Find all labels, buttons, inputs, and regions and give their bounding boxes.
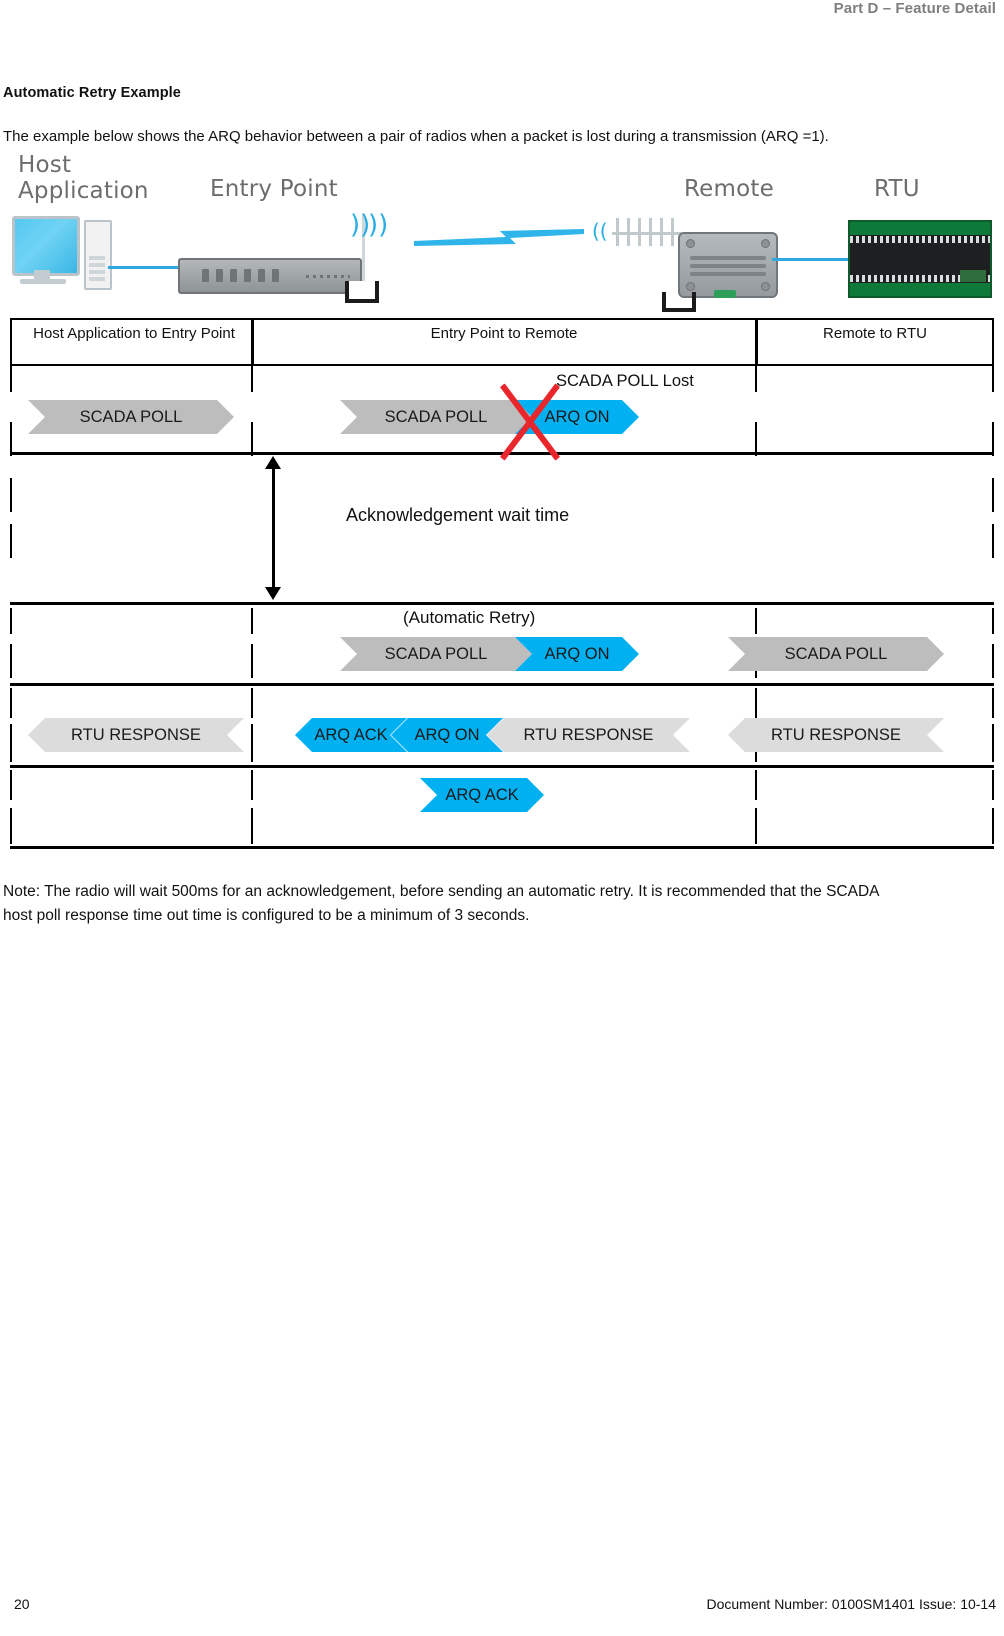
network-illustration: Host Application Entry Point Remote RTU … [0, 148, 1004, 316]
annotation-acknowledgement-wait-time: Acknowledgement wait time [346, 505, 570, 525]
message-scada-poll-host: SCADA POLL [28, 400, 234, 434]
message-scada-poll-retry: SCADA POLL [340, 637, 532, 671]
rtu-board-icon [848, 220, 992, 298]
monitor-base-icon [20, 279, 66, 284]
document-page: Part D – Feature Detail Automatic Retry … [0, 0, 1004, 1636]
message-arq-ack-entrypoint: ARQ ACK [295, 718, 407, 752]
message-rtu-response-host: RTU RESPONSE [28, 718, 244, 752]
remote-connector-icon [714, 290, 736, 298]
running-header: Part D – Feature Detail [833, 0, 996, 17]
footer-document-info: Document Number: 0100SM1401 Issue: 10-14 [706, 1596, 997, 1612]
footer-page-number: 20 [14, 1596, 30, 1612]
annotation-automatic-retry: (Automatic Retry) [403, 608, 536, 627]
cable-host-to-entrypoint [108, 266, 180, 269]
intro-paragraph: The example below shows the ARQ behavior… [3, 128, 829, 145]
caption-entry-point: Entry Point [210, 176, 338, 202]
entry-point-antenna-mount-icon [345, 281, 379, 303]
acknowledgement-wait-arrow [265, 456, 281, 600]
message-arq-ack-final: ARQ ACK [420, 778, 544, 812]
rf-wave-remote-icon: (( [592, 219, 608, 243]
caption-remote: Remote [684, 176, 774, 202]
column-header-host-to-entrypoint: Host Application to Entry Point [33, 325, 235, 342]
cable-remote-to-rtu [772, 258, 850, 261]
annotation-scada-poll-lost: SCADA POLL Lost [556, 372, 694, 390]
column-header-remote-to-rtu: Remote to RTU [823, 325, 927, 342]
entry-point-radio-icon [178, 258, 362, 294]
message-arq-on-retry: ARQ ON [515, 637, 639, 671]
section-heading: Automatic Retry Example [3, 85, 181, 101]
message-scada-poll-rtu: SCADA POLL [728, 637, 944, 671]
yagi-element-icon [649, 218, 652, 246]
note-paragraph: Note: The radio will wait 500ms for an a… [3, 883, 879, 924]
timeline-rule [10, 683, 994, 686]
caption-rtu: RTU [874, 176, 920, 202]
column-header-entrypoint-to-remote: Entry Point to Remote [430, 325, 578, 342]
caption-host-application: Host Application [18, 152, 149, 204]
pc-tower-icon [84, 220, 112, 290]
timeline-rule [10, 602, 994, 605]
rf-wave-right-icon: )) [368, 210, 389, 240]
timing-diagram: Host Application to Entry Point Entry Po… [10, 318, 994, 866]
message-rtu-response-entrypoint: RTU RESPONSE [487, 718, 690, 752]
timeline-rule [10, 846, 994, 849]
yagi-element-icon [638, 218, 641, 246]
yagi-element-icon [616, 218, 619, 246]
rf-link-bolt-icon [414, 229, 584, 246]
yagi-element-icon [627, 218, 630, 246]
timeline-rule [10, 765, 994, 768]
remote-mount-icon [662, 292, 696, 312]
yagi-element-icon [660, 218, 663, 246]
remote-radio-icon [678, 232, 778, 298]
message-rtu-response-remote: RTU RESPONSE [728, 718, 944, 752]
message-arq-on-response: ARQ ON [391, 718, 503, 752]
monitor-icon [12, 216, 80, 276]
yagi-element-icon [671, 218, 674, 246]
